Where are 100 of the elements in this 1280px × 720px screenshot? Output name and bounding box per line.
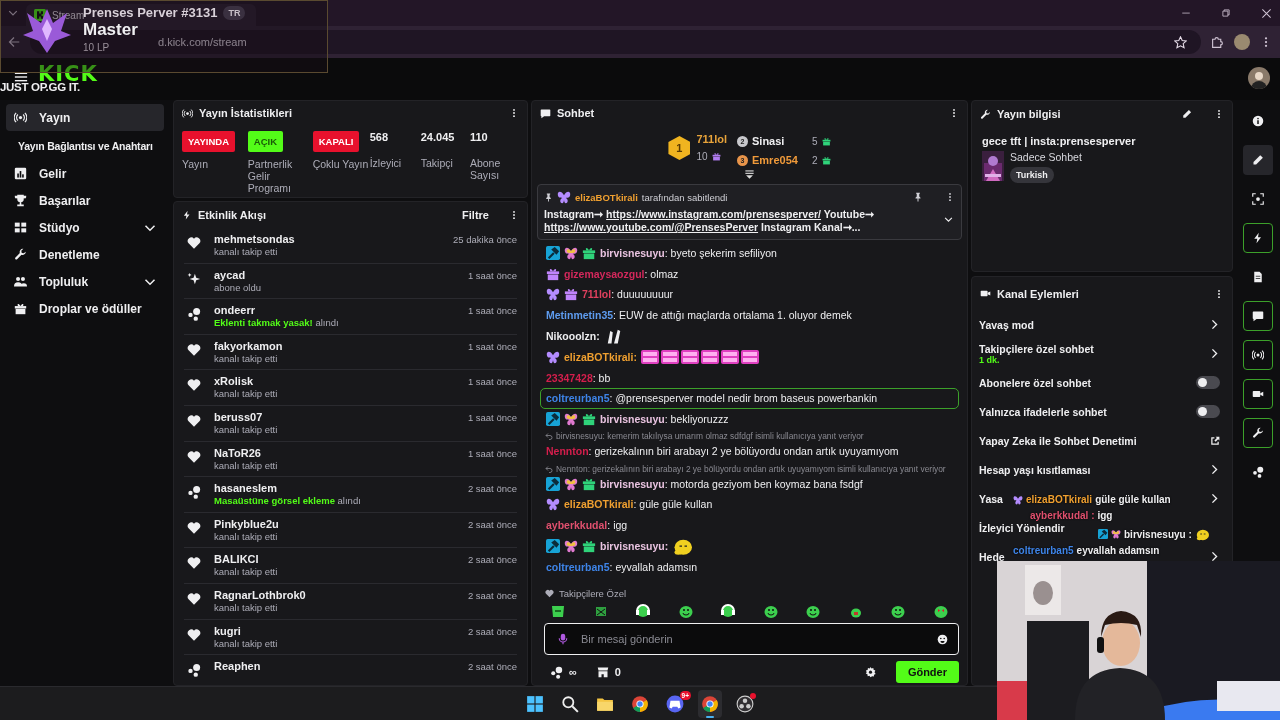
heart-icon <box>545 588 554 598</box>
toggle-switch[interactable] <box>1196 376 1220 389</box>
unpin-icon[interactable] <box>913 192 923 202</box>
edit-icon <box>1252 154 1264 166</box>
event-username: beruss07 <box>214 410 264 424</box>
browser-icon[interactable] <box>701 694 719 713</box>
emote-icon <box>1194 527 1209 541</box>
event-detail: Eklenti takmak yasak! alındı <box>214 317 340 330</box>
tool-button[interactable] <box>1243 340 1273 370</box>
tool-button[interactable] <box>1243 223 1273 253</box>
sidebar-item[interactable]: Başarılar <box>6 187 164 214</box>
profile-avatar[interactable] <box>1234 34 1250 50</box>
obs-icon[interactable] <box>736 694 754 713</box>
expand-icon[interactable] <box>944 215 953 224</box>
edit-icon[interactable] <box>1182 109 1192 119</box>
filter-button[interactable]: Filtre <box>462 209 489 221</box>
heart-icon <box>187 413 201 428</box>
message-field[interactable]: Bir mesaj gönderin <box>544 623 959 655</box>
sidebar-item[interactable]: Stüdyo <box>6 214 164 241</box>
link[interactable]: https://www.youtube.com/@PrensesPerver <box>544 221 759 233</box>
message-input[interactable]: Bir mesaj gönderin <box>579 632 927 646</box>
collapse-icon[interactable] <box>744 169 755 180</box>
chevron-right-icon[interactable] <box>1209 493 1220 504</box>
menu-icon[interactable] <box>14 70 28 84</box>
sidebar-item[interactable]: Denetleme <box>6 241 164 268</box>
emoji-icon[interactable] <box>937 633 948 645</box>
info-icon <box>1252 115 1264 127</box>
tool-button[interactable] <box>1243 418 1273 448</box>
store-icon[interactable] <box>596 666 609 678</box>
send-button[interactable]: Gönder <box>895 661 959 683</box>
emote-icon[interactable] <box>635 603 652 619</box>
chat-message: elizaBOTkirali: güle güle kullan <box>564 498 713 511</box>
windows-icon[interactable] <box>526 694 544 713</box>
stat-label: Yayın <box>182 158 210 170</box>
sidebar-item[interactable]: Yayın Bağlantısı ve Anahtarı <box>6 132 170 159</box>
reply-icon <box>545 432 553 440</box>
event-time: 2 saat önce <box>467 588 517 603</box>
stat-value: 568 <box>369 131 389 145</box>
gift-count: 5 <box>812 135 818 147</box>
emote-icon[interactable] <box>890 603 907 619</box>
gift-icon <box>14 302 27 315</box>
external-link-icon[interactable] <box>1210 435 1220 446</box>
link[interactable]: https://www.instagram.com/prensesperver/ <box>606 208 822 220</box>
emote-icon[interactable] <box>932 603 949 619</box>
search-icon[interactable] <box>561 694 579 713</box>
emote-icon[interactable] <box>762 603 779 619</box>
toggle-switch[interactable] <box>1196 405 1220 418</box>
butterfly-badge-icon <box>1111 529 1121 539</box>
event-time: 2 saat önce <box>467 624 517 639</box>
emote-icon[interactable] <box>720 603 737 619</box>
tool-button[interactable] <box>1243 145 1273 175</box>
points-icon <box>187 663 201 678</box>
stat-label: Partnerlik Gelir Programı <box>247 158 294 194</box>
points-icon <box>187 485 201 500</box>
microphone-icon[interactable] <box>557 633 569 645</box>
chat-icon <box>1252 310 1264 322</box>
pinned-by-username: elizaBOTkirali <box>575 191 638 203</box>
action-value: 1 dk. <box>979 354 1001 365</box>
emote-icon[interactable] <box>805 603 822 619</box>
stream-icon <box>1252 349 1264 361</box>
overlay-chat-message: igg <box>1097 510 1113 521</box>
event-detail: Masaüstüne görsel ekleme alındı <box>214 495 362 508</box>
sidebar-item[interactable]: Gelir <box>6 160 164 187</box>
browser-icon[interactable] <box>631 694 649 713</box>
back-icon[interactable] <box>8 36 20 48</box>
sidebar-item[interactable]: Topluluk <box>6 268 164 295</box>
event-username: RagnarLothbrok0 <box>214 588 307 602</box>
puzzle-icon[interactable] <box>1211 35 1224 49</box>
chevron-right-icon[interactable] <box>1209 319 1220 330</box>
chevron-right-icon[interactable] <box>1209 464 1220 475</box>
status-badge: AÇIK <box>247 131 284 152</box>
emote-icon[interactable] <box>550 603 566 619</box>
chat-message: birvisnesuyu: byeto şekerim sefiliyon <box>600 247 777 260</box>
sidebar-item[interactable]: Droplar ve ödüller <box>6 295 164 322</box>
tab-list-icon <box>8 8 18 18</box>
chevron-right-icon[interactable] <box>1209 348 1220 359</box>
action-label: Yavaş mod <box>979 318 1034 331</box>
moderator-badge-icon <box>1098 529 1108 539</box>
tool-button[interactable] <box>1243 379 1273 409</box>
tool-button[interactable] <box>1243 301 1273 331</box>
settings-icon[interactable] <box>864 666 876 678</box>
pin-icon <box>544 192 553 202</box>
panel-title: Yayın İstatistikleri <box>199 107 292 119</box>
close-icon[interactable] <box>1261 7 1272 19</box>
event-time: 2 saat önce <box>467 517 517 532</box>
emote-icon[interactable] <box>677 603 694 619</box>
pinned-message: Instagram➞ https://www.instagram.com/prensesperver/ Youtube➞ https://www.youtube.com/@PrensesPerver Instagram Kanal➞... <box>544 208 875 234</box>
event-time: 25 dakika önce <box>453 233 517 247</box>
chevron-right-icon[interactable] <box>1209 551 1220 562</box>
event-username: hasaneslem <box>214 482 278 496</box>
emote-icon <box>640 349 759 366</box>
star-icon[interactable] <box>1174 35 1187 49</box>
restore-icon[interactable] <box>1221 8 1231 18</box>
sidebar-item[interactable]: Yayın <box>6 104 164 131</box>
user-avatar[interactable] <box>1248 67 1270 89</box>
heart-icon <box>187 520 201 535</box>
chat-message: birvisnesuyu: bekliyoruzzz <box>600 412 729 425</box>
butterfly-badge-icon <box>546 350 560 365</box>
stat-label: Çoklu Yayın <box>312 158 370 170</box>
butterfly-badge-icon <box>546 287 560 302</box>
